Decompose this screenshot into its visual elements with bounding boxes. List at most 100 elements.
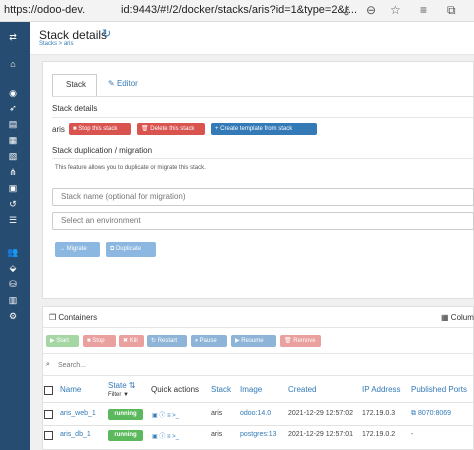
duplicate-button[interactable]: ⧉ Duplicate: [106, 242, 156, 257]
columns-setting[interactable]: ▦ Colum: [441, 313, 474, 322]
filter-icon: ▼: [123, 392, 129, 398]
status-badge: running: [108, 430, 143, 441]
containers-heading-label: Containers: [58, 313, 98, 322]
volumes-icon[interactable]: ▣: [7, 183, 19, 193]
cubes-icon: ❒: [49, 313, 57, 322]
stop-button[interactable]: ■ Stop: [83, 335, 116, 347]
containers-heading: ❒ Containers: [49, 313, 97, 322]
start-button[interactable]: ▶ Start: [46, 335, 79, 347]
create-template-button[interactable]: + Create template from stack: [211, 123, 317, 135]
status-badge: running: [108, 409, 143, 420]
port-link[interactable]: ⧉ 8070:8069: [411, 410, 451, 418]
browser-address-bar[interactable]: https://odoo-dev. id:9443/#!/2/docker/st…: [0, 0, 474, 22]
stack-cell: aris: [211, 431, 223, 438]
dashboard-icon[interactable]: ◉: [7, 88, 19, 98]
image-link[interactable]: postgres:13: [240, 431, 277, 438]
columns-label: Colum: [450, 313, 474, 322]
row-checkbox[interactable]: [44, 410, 53, 419]
page-header: Stack details ↻ Stacks > aris: [30, 22, 474, 55]
collections-icon[interactable]: ⧉: [447, 3, 456, 18]
tab-divider: [52, 96, 474, 97]
migrate-button[interactable]: → Migrate: [55, 242, 100, 257]
kill-label: Kill: [129, 338, 138, 344]
create-template-label: Create template from stack: [220, 126, 293, 132]
resume-button[interactable]: ▶ Resume: [231, 335, 276, 347]
stack-details-heading: Stack details: [52, 104, 98, 113]
tab-stack-label: Stack: [66, 80, 87, 89]
container-name-link[interactable]: aris_web_1: [60, 410, 96, 417]
resume-label: Resume: [241, 338, 264, 344]
url-text-left[interactable]: https://odoo-dev.: [4, 4, 85, 16]
stop-stack-label: Stop this stack: [78, 126, 118, 132]
created-column-header[interactable]: Created: [288, 385, 316, 394]
start-label: Start: [56, 338, 69, 344]
containers-icon[interactable]: ▦: [7, 135, 19, 145]
refresh-icon[interactable]: ↻: [102, 27, 111, 40]
zoom-out-icon[interactable]: ⊖: [366, 3, 376, 17]
search-input[interactable]: Search...: [58, 362, 86, 369]
filter-label: Filter: [108, 392, 122, 398]
state-filter[interactable]: Filter ▼: [108, 392, 129, 398]
duplication-description: This feature allows you to duplicate or …: [55, 165, 206, 171]
stack-name: aris: [52, 125, 65, 134]
breadcrumb[interactable]: Stacks > aris: [39, 41, 74, 47]
divider: [42, 402, 474, 403]
networks-icon[interactable]: ⋔: [7, 167, 19, 177]
restart-button[interactable]: ↻ Restart: [147, 335, 187, 347]
row-checkbox[interactable]: [44, 431, 53, 440]
state-column-header[interactable]: State ⇅: [108, 381, 136, 390]
pause-label: Pause: [199, 338, 217, 344]
container-name-link[interactable]: aris_db_1: [60, 431, 91, 438]
divider: [42, 375, 474, 376]
switch-arrows-icon[interactable]: ⇄: [7, 32, 19, 42]
ports-column-header[interactable]: Published Ports: [411, 385, 467, 394]
duplicate-label: Duplicate: [115, 246, 141, 252]
stop-stack-button[interactable]: ■ Stop this stack: [69, 123, 131, 135]
quick-actions-header: Quick actions: [151, 385, 200, 394]
stack-name-input[interactable]: Stack name (optional for migration): [52, 188, 474, 206]
key-icon[interactable]: ⚷: [342, 3, 351, 17]
environment-select[interactable]: Select an environment: [52, 212, 474, 230]
stacks-icon[interactable]: ▤: [7, 119, 19, 129]
page-title: Stack details: [39, 28, 108, 42]
search-icon: ⌕: [46, 361, 50, 368]
rocket-icon[interactable]: ➶: [7, 103, 19, 113]
stack-column-header[interactable]: Stack: [211, 385, 231, 394]
favorites-list-icon[interactable]: ≡: [420, 3, 427, 17]
name-column-header[interactable]: Name: [60, 385, 81, 394]
tab-editor[interactable]: ✎ Editor: [108, 79, 138, 88]
restart-label: Restart: [157, 338, 178, 344]
settings-icon[interactable]: ⚙: [7, 311, 19, 321]
image-column-header[interactable]: Image: [240, 385, 262, 394]
favorite-star-icon[interactable]: ☆: [390, 3, 401, 17]
divider: [52, 158, 474, 159]
delete-stack-button[interactable]: 🗑 Delete this stack: [137, 123, 205, 135]
columns-icon: ▦: [441, 313, 449, 322]
ports-cell: -: [411, 431, 414, 438]
pause-button[interactable]: ⏸ Pause: [191, 335, 227, 347]
stop-label: Stop: [92, 338, 105, 344]
migrate-label: Migrate: [66, 246, 87, 252]
url-text-right[interactable]: id:9443/#!/2/docker/stacks/aris?id=1&typ…: [121, 4, 357, 16]
quick-actions[interactable]: ▣ ⓘ ≡ >_: [152, 431, 179, 440]
list-icon[interactable]: ☰: [7, 215, 19, 225]
select-all-checkbox[interactable]: [44, 386, 53, 395]
remove-button[interactable]: 🗑 Remove: [280, 335, 321, 347]
stack-cell: aris: [211, 410, 223, 417]
images-icon[interactable]: ▧: [7, 151, 19, 161]
quick-actions[interactable]: ▣ ⓘ ≡ >_: [152, 410, 179, 419]
image-link[interactable]: odoo:14.0: [240, 410, 271, 417]
users-icon[interactable]: 👥: [7, 247, 19, 257]
created-cell: 2021-12-29 12:57:01: [288, 431, 353, 438]
kill-button[interactable]: ✖ Kill: [119, 335, 144, 347]
registries-icon[interactable]: ⛁: [7, 279, 19, 289]
history-icon[interactable]: ↺: [7, 199, 19, 209]
endpoints-icon[interactable]: ⬙: [7, 263, 19, 273]
divider: [42, 353, 474, 354]
database-icon[interactable]: ▥: [7, 295, 19, 305]
ip-cell: 172.19.0.3: [362, 410, 396, 417]
tab-stack[interactable]: Stack: [52, 74, 97, 96]
external-link-icon: ⧉: [411, 410, 416, 417]
ip-column-header[interactable]: IP Address: [362, 385, 401, 394]
home-icon[interactable]: ⌂: [7, 59, 19, 69]
